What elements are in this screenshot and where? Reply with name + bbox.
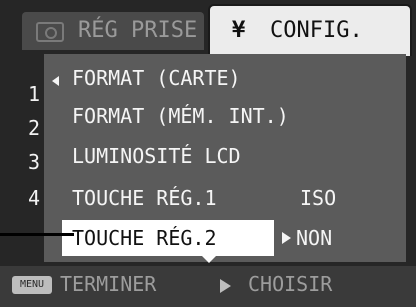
menu-item-value: ISO <box>300 186 337 210</box>
exit-hint: TERMINER <box>60 272 157 296</box>
callout-pointer-line <box>0 233 74 236</box>
menu-item-label: LUMINOSITÉ LCD <box>72 144 241 168</box>
tools-icon: ¥ <box>232 18 246 43</box>
menu-item-adj-button-2[interactable]: TOUCHE RÉG.2 <box>62 220 274 256</box>
menu-item-adj-button-1[interactable]: TOUCHE RÉG.1 ISO <box>62 180 402 216</box>
row-number-4: 4 <box>27 186 41 210</box>
footer-bar: MENU TERMINER CHOISIR <box>0 266 416 307</box>
row-number-2: 2 <box>27 116 41 140</box>
tab-config-label: CONFIG. <box>270 18 363 43</box>
page-left-arrow-icon <box>52 76 59 86</box>
menu-item-label: FORMAT (MÉM. INT.) <box>72 104 289 128</box>
menu-item-label: FORMAT (CARTE) <box>72 66 241 90</box>
right-arrow-icon <box>220 279 231 293</box>
camera-screen: RÉG PRISE ¥ CONFIG. 1 2 3 4 FORMAT (CART… <box>0 0 416 307</box>
menu-item-value[interactable]: NON <box>296 220 332 256</box>
choose-hint: CHOISIR <box>248 272 333 296</box>
menu-button-icon: MENU <box>12 276 52 294</box>
tab-shooting-settings[interactable]: RÉG PRISE <box>22 12 204 50</box>
row-number-1: 1 <box>27 82 41 106</box>
tab-config[interactable]: ¥ CONFIG. <box>208 4 412 56</box>
menu-item-format-internal[interactable]: FORMAT (MÉM. INT.) <box>62 98 402 134</box>
menu-item-label: TOUCHE RÉG.1 <box>72 186 217 210</box>
row-number-3: 3 <box>27 150 41 174</box>
camera-icon <box>36 22 64 42</box>
tab-shooting-label: RÉG PRISE <box>78 18 198 43</box>
scroll-down-icon[interactable] <box>200 254 218 263</box>
menu-item-label: TOUCHE RÉG.2 <box>72 226 217 250</box>
value-arrow-icon <box>282 232 291 244</box>
menu-item-lcd-brightness[interactable]: LUMINOSITÉ LCD <box>62 138 402 174</box>
menu-item-format-card[interactable]: FORMAT (CARTE) <box>62 60 402 96</box>
